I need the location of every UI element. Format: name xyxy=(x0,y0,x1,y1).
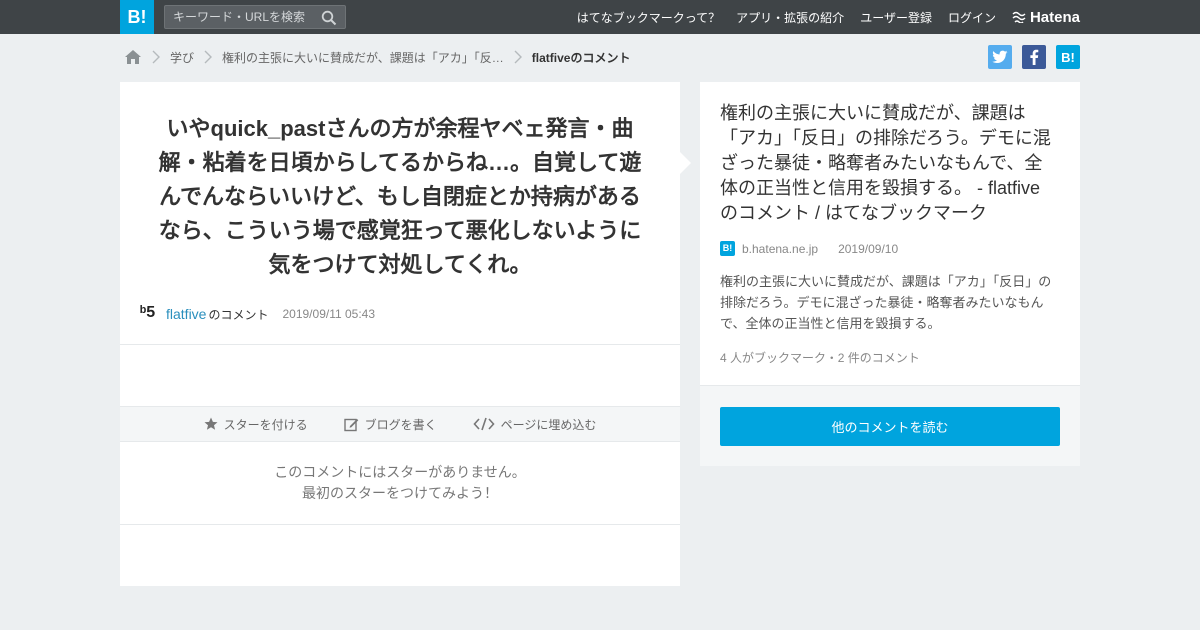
facebook-icon xyxy=(1030,49,1039,65)
top-nav: はてなブックマークって？ アプリ・拡張の紹介 ユーザー登録 ログイン Haten… xyxy=(577,0,1080,34)
write-blog-button[interactable]: ブログを書く xyxy=(343,416,437,433)
entry-description: 権利の主張に大いに賛成だが、課題は「アカ」「反日」の排除だろう。デモに混ざった暴… xyxy=(720,274,1052,331)
no-star-message: このコメントにはスターがありません。 最初のスターをつけてみよう！ xyxy=(120,462,680,504)
comment-text: いやquick_pastさんの方が余程ヤベェ発言・曲解・粘着を日頃からしてるから… xyxy=(158,116,642,277)
hatena-brand-link[interactable]: Hatena xyxy=(1012,9,1080,26)
chevron-right-icon xyxy=(152,50,160,64)
breadcrumb-entry[interactable]: 権利の主張に大いに賛成だが、課題は「アカ」「反… xyxy=(222,49,504,66)
hatena-mark-icon xyxy=(1012,11,1026,23)
add-star-button[interactable]: スターを付ける xyxy=(204,416,308,433)
action-bar: スターを付ける ブログを書く ページに埋め込む xyxy=(120,406,680,442)
no-star-line-1: このコメントにはスターがありません。 xyxy=(274,464,526,480)
nav-about[interactable]: はてなブックマークって？ xyxy=(577,9,720,26)
search-input[interactable] xyxy=(173,9,313,25)
nav-register[interactable]: ユーザー登録 xyxy=(860,9,932,26)
search-icon[interactable] xyxy=(321,10,337,26)
nav-apps[interactable]: アプリ・拡張の紹介 xyxy=(736,9,844,26)
entry-panel: 権利の主張に大いに賛成だが、課題は「アカ」「反日」の排除だろう。デモに混ざった暴… xyxy=(700,82,1080,466)
entry-meta: B! b.hatena.ne.jp 2019/09/10 xyxy=(720,241,898,256)
comment-date: 2019/09/11 05:43 xyxy=(282,307,376,321)
user-suffix: のコメント xyxy=(208,307,269,322)
bookmark-count[interactable]: 4 人がブックマーク・2 件のコメント xyxy=(720,349,920,366)
comment-meta: ᵇ5 flatfive のコメント 2019/09/11 05:43 xyxy=(140,304,375,324)
entry-summary: 権利の主張に大いに賛成だが、課題は「アカ」「反日」の排除だろう。デモに混ざった暴… xyxy=(700,82,1080,386)
twitter-icon xyxy=(992,50,1008,63)
hatena-bookmark-logo[interactable]: B! xyxy=(120,0,154,34)
home-icon[interactable] xyxy=(124,49,142,65)
hatena-brand-label: Hatena xyxy=(1029,8,1080,26)
top-bar: B! はてなブックマークって？ アプリ・拡張の紹介 ユーザー登録 ログイン Ha… xyxy=(0,0,1200,34)
entry-date: 2019/09/10 xyxy=(838,241,899,256)
chevron-right-icon xyxy=(204,50,213,64)
code-icon xyxy=(473,417,495,431)
comment-card: いやquick_pastさんの方が余程ヤベェ発言・曲解・粘着を日頃からしてるから… xyxy=(120,82,680,586)
edit-icon xyxy=(343,418,358,431)
embed-button[interactable]: ページに埋め込む xyxy=(473,416,597,433)
entry-domain[interactable]: b.hatena.ne.jp xyxy=(742,242,818,256)
hatena-bookmark-share-button[interactable]: B! xyxy=(1056,45,1080,69)
search-box[interactable] xyxy=(164,5,346,29)
read-more-comments-button[interactable]: 他のコメントを読む xyxy=(720,407,1060,446)
add-star-label: スターを付ける xyxy=(223,417,308,432)
breadcrumb-category[interactable]: 学び xyxy=(170,49,194,66)
user-avatar[interactable]: ᵇ5 xyxy=(140,304,158,324)
facebook-share-button[interactable] xyxy=(1022,45,1046,69)
no-star-line-2: 最初のスターをつけてみよう！ xyxy=(302,485,498,501)
nav-login[interactable]: ログイン xyxy=(948,9,996,26)
card-pointer xyxy=(680,152,691,174)
twitter-share-button[interactable] xyxy=(988,45,1012,69)
divider xyxy=(120,524,680,525)
embed-label: ページに埋め込む xyxy=(500,417,597,432)
entry-title[interactable]: 権利の主張に大いに賛成だが、課題は「アカ」「反日」の排除だろう。デモに混ざった暴… xyxy=(720,101,1060,226)
chevron-right-icon xyxy=(514,50,522,64)
share-buttons: B! xyxy=(988,45,1080,69)
divider xyxy=(120,344,680,345)
star-icon xyxy=(204,417,218,430)
write-blog-label: ブログを書く xyxy=(364,417,437,432)
breadcrumb-current: flatfiveのコメント xyxy=(531,50,631,65)
user-link[interactable]: flatfive xyxy=(166,306,206,322)
site-favicon: B! xyxy=(720,241,735,256)
breadcrumb: 学び 権利の主張に大いに賛成だが、課題は「アカ」「反… flatfiveのコメン… xyxy=(124,47,630,67)
